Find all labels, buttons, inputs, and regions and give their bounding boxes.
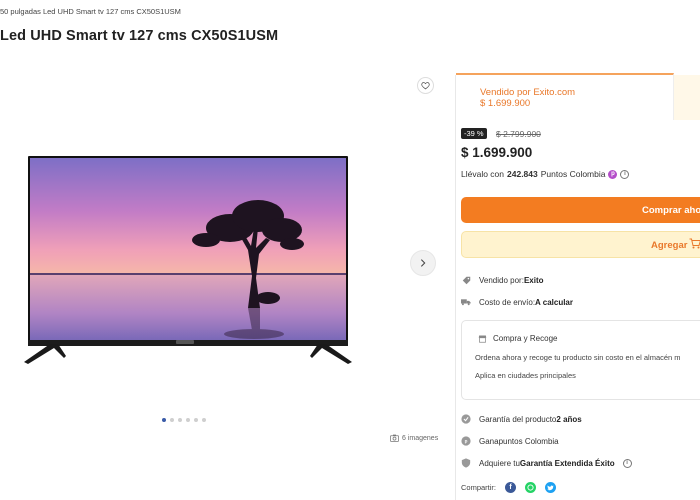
gallery-dot[interactable] — [186, 418, 190, 422]
tag-icon — [461, 275, 471, 285]
gallery-dot[interactable] — [194, 418, 198, 422]
buy-now-button[interactable]: Comprar aho — [461, 197, 700, 223]
column-divider — [455, 75, 456, 500]
shipping-row: Costo de envío:A calcular — [461, 297, 573, 307]
tv-brand-logo — [176, 340, 194, 344]
tv-stand-right — [310, 344, 352, 364]
seller-option-label: Vendido por Exito.com — [480, 87, 576, 98]
share-label: Compartir: — [461, 483, 497, 492]
favorite-button[interactable] — [417, 77, 434, 94]
add-to-cart-label: Agregar — [651, 240, 688, 251]
current-price: $ 1.699.900 — [461, 145, 533, 160]
image-count[interactable]: 6 imagenes — [390, 434, 438, 442]
points-info: Llévalo con 242.843 Puntos Colombia p i — [461, 169, 630, 179]
earn-points-value: puntos Colombia — [498, 436, 559, 446]
whatsapp-icon[interactable] — [525, 482, 537, 493]
store-icon — [478, 335, 487, 343]
warranty-label: Garantía del producto — [479, 414, 557, 424]
discount-badge: -39 % — [461, 128, 487, 139]
points-amount: 242.843 — [507, 169, 538, 179]
extended-warranty-link[interactable]: Garantía Extendida Éxito — [520, 459, 615, 468]
buy-now-label: Comprar aho — [642, 205, 700, 216]
shipping-label: Costo de envío: — [479, 297, 536, 307]
chevron-right-icon — [420, 259, 426, 267]
camera-icon — [390, 434, 399, 442]
puntos-colombia-icon: p — [608, 169, 618, 179]
image-count-label: 6 imagenes — [402, 434, 439, 442]
pickup-title: Compra y Recoge — [493, 334, 558, 343]
product-image[interactable] — [24, 156, 352, 370]
earn-points-label: Gana — [479, 436, 499, 446]
old-price: $ 2.799.900 — [496, 129, 541, 139]
extended-warranty-row: Adquiere tuGarantía Extendida Éxito i — [461, 458, 632, 468]
warranty-row: Garantía del producto2 años — [461, 414, 582, 424]
tv-stand-left — [24, 344, 66, 364]
pickup-description: Ordena ahora y recoge tu producto sin co… — [475, 353, 681, 362]
heart-outline-icon — [421, 82, 430, 90]
facebook-icon[interactable]: f — [505, 482, 517, 493]
pickup-note: Aplica en ciudades principales — [475, 371, 576, 380]
gallery-dot[interactable] — [162, 418, 166, 422]
gallery-dot[interactable] — [170, 418, 174, 422]
truck-icon — [461, 297, 471, 307]
shipping-value: A calcular — [535, 297, 573, 307]
earn-points-row: p Ganapuntos Colombia — [461, 436, 559, 446]
shield-icon — [461, 458, 471, 468]
tv-screen — [28, 156, 348, 342]
sold-by-value: Exito — [523, 275, 544, 285]
points-prefix: Llévalo con — [461, 169, 505, 179]
cart-icon — [689, 238, 700, 249]
seller-option-card[interactable]: Vendido por Exito.com $ 1.699.900 — [456, 73, 674, 120]
next-image-button[interactable] — [410, 250, 436, 276]
pickup-card[interactable]: Compra y Recoge Ordena ahora y recoge tu… — [461, 320, 700, 400]
warranty-value: 2 años — [556, 414, 582, 424]
seller-option-next[interactable] — [674, 75, 700, 120]
page-title: Led UHD Smart tv 127 cms CX50S1USM — [0, 28, 279, 44]
gallery-pagination — [162, 418, 206, 422]
add-to-cart-button[interactable]: Agregar — [461, 231, 700, 258]
breadcrumb[interactable]: 50 pulgadas Led UHD Smart tv 127 cms CX5… — [0, 7, 181, 16]
sold-by-label: Vendido por: — [479, 275, 524, 285]
share-row: Compartir: f — [461, 482, 557, 493]
gallery-dot[interactable] — [202, 418, 206, 422]
seller-option-price: $ 1.699.900 — [480, 98, 531, 109]
info-icon[interactable]: i — [622, 458, 632, 468]
info-icon[interactable]: i — [620, 169, 630, 179]
points-icon: p — [461, 436, 471, 446]
twitter-icon[interactable] — [545, 482, 557, 493]
gallery-dot[interactable] — [178, 418, 182, 422]
shield-check-icon — [461, 414, 471, 424]
sold-by-row: Vendido por:Exito — [461, 275, 544, 285]
extended-warranty-label: Adquiere tu — [479, 458, 520, 468]
points-suffix: Puntos Colombia — [540, 169, 606, 179]
svg-text:p: p — [465, 439, 468, 444]
